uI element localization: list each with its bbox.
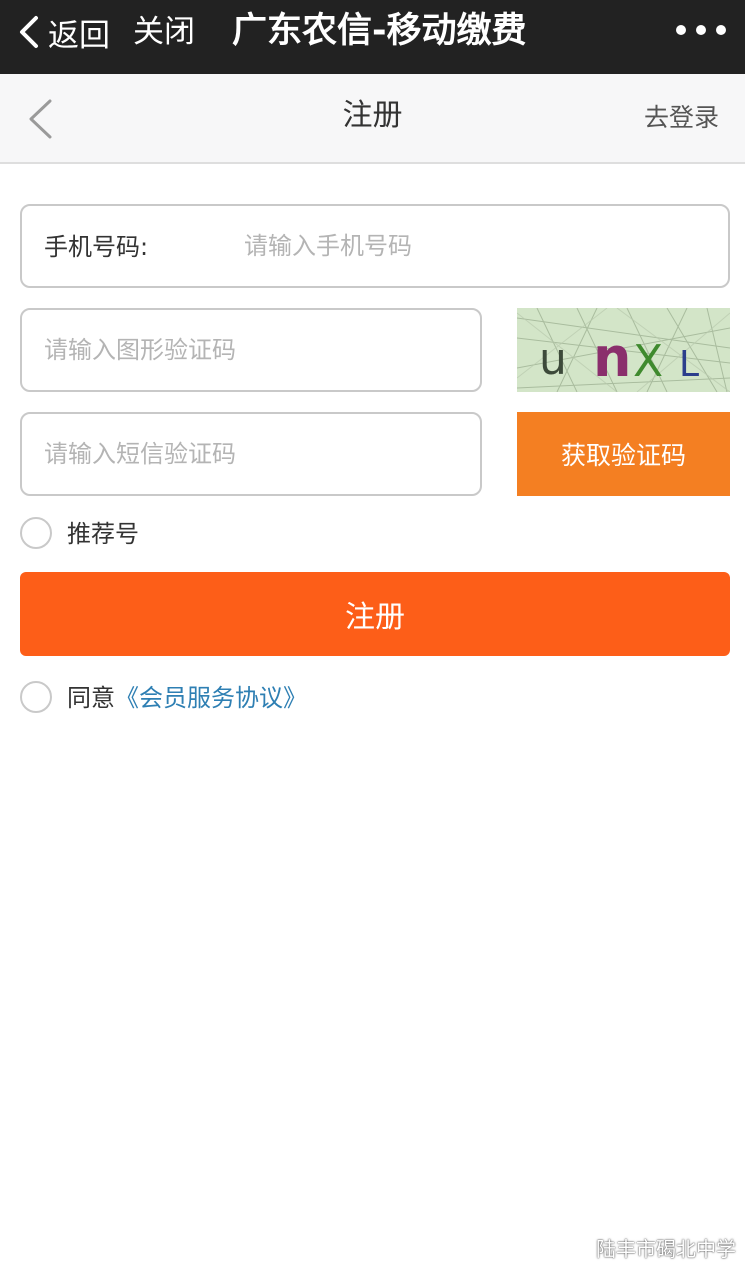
close-button[interactable]: 关闭 (133, 14, 195, 50)
more-menu-button[interactable] (676, 20, 726, 40)
captcha-input[interactable] (44, 312, 464, 388)
sms-code-input[interactable] (44, 416, 464, 492)
go-login-link[interactable]: 去登录 (644, 100, 719, 136)
back-label: 返回 (48, 17, 110, 54)
back-button[interactable]: 返回 (18, 14, 110, 54)
referral-label: 推荐号 (67, 520, 139, 548)
get-sms-code-button[interactable]: 获取验证码 (517, 412, 730, 496)
watermark-text: 陆丰市碣北中学 (596, 1236, 736, 1261)
captcha-char: X (633, 336, 663, 387)
captcha-char: n (593, 326, 631, 389)
wechat-icon (558, 1236, 587, 1258)
captcha-char: u (539, 334, 567, 385)
captcha-char: L (679, 344, 699, 385)
agree-text: 同意《会员服务协议》 (67, 678, 307, 718)
phone-label: 手机号码: (44, 233, 149, 261)
page-navbar: 注册 去登录 (0, 74, 745, 164)
app-title: 广东农信-移动缴费 (232, 11, 527, 51)
more-dot-icon (716, 25, 726, 35)
phone-field: 手机号码: (20, 204, 730, 288)
more-dot-icon (676, 25, 686, 35)
agreement-link[interactable]: 《会员服务协议》 (115, 684, 307, 712)
sms-code-field (20, 412, 482, 496)
captcha-field (20, 308, 482, 392)
more-dot-icon (696, 25, 706, 35)
app-topbar: 返回 关闭 广东农信-移动缴费 (0, 0, 745, 74)
referral-radio[interactable] (20, 517, 52, 549)
captcha-image[interactable]: u n X L (517, 308, 730, 392)
agree-radio[interactable] (20, 681, 52, 713)
agree-prefix: 同意 (67, 684, 115, 712)
phone-input[interactable] (244, 208, 712, 284)
chevron-left-icon (20, 16, 38, 48)
register-button[interactable]: 注册 (20, 572, 730, 656)
page-title: 注册 (342, 98, 403, 133)
watermark: 陆丰市碣北中学 (558, 1230, 736, 1264)
